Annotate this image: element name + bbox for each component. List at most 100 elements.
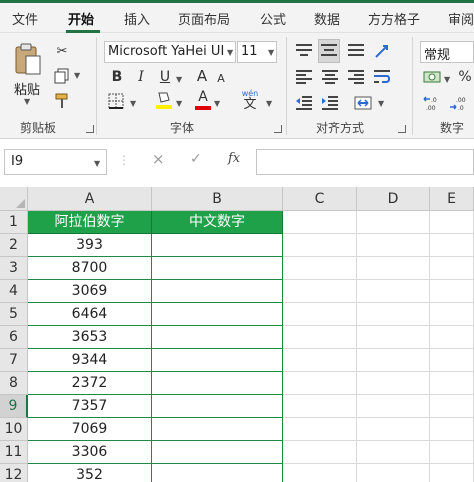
row-header-8[interactable]: 8 <box>0 372 28 395</box>
cell-a12[interactable]: 352 <box>28 464 152 482</box>
cell-c2[interactable] <box>283 234 357 257</box>
cell-d2[interactable] <box>357 234 430 257</box>
cell-d12[interactable] <box>357 464 430 482</box>
increase-indent-icon[interactable] <box>320 93 340 113</box>
cell-a7[interactable]: 9344 <box>28 349 152 372</box>
cell-b1[interactable]: 中文数字 <box>152 211 283 234</box>
cell-d6[interactable] <box>357 326 430 349</box>
cell-c1[interactable] <box>283 211 357 234</box>
align-top-icon[interactable] <box>294 41 314 61</box>
cell-a8[interactable]: 2372 <box>28 372 152 395</box>
column-header-d[interactable]: D <box>357 187 430 211</box>
phonetic-dropdown-icon[interactable]: ▼ <box>266 99 272 108</box>
tab-page-layout[interactable]: 页面布局 <box>178 9 230 28</box>
cell-b3[interactable] <box>152 257 283 280</box>
cell-e5[interactable] <box>430 303 474 326</box>
grow-font-button[interactable]: A <box>194 66 210 86</box>
phonetic-button[interactable]: wén 文 <box>238 89 262 113</box>
cell-e11[interactable] <box>430 441 474 464</box>
merge-center-icon[interactable] <box>352 93 374 113</box>
cut-icon[interactable]: ✂ <box>52 41 72 61</box>
align-right-icon[interactable] <box>346 67 366 87</box>
cell-b11[interactable] <box>152 441 283 464</box>
font-color-button[interactable]: A <box>194 89 212 111</box>
cell-d10[interactable] <box>357 418 430 441</box>
cell-a2[interactable]: 393 <box>28 234 152 257</box>
cell-d3[interactable] <box>357 257 430 280</box>
name-box[interactable]: I9 <box>4 149 107 175</box>
increase-decimal-icon[interactable]: .0.00 <box>422 93 444 113</box>
cell-e7[interactable] <box>430 349 474 372</box>
cell-e9[interactable] <box>430 395 474 418</box>
cell-e3[interactable] <box>430 257 474 280</box>
font-name-dropdown-icon[interactable]: ▼ <box>227 48 233 57</box>
cell-a5[interactable]: 6464 <box>28 303 152 326</box>
row-header-7[interactable]: 7 <box>0 349 28 372</box>
cell-b7[interactable] <box>152 349 283 372</box>
cell-a3[interactable]: 8700 <box>28 257 152 280</box>
underline-button[interactable]: U <box>156 67 174 87</box>
cell-c5[interactable] <box>283 303 357 326</box>
align-bottom-icon[interactable] <box>346 41 366 61</box>
row-header-9[interactable]: 9 <box>0 395 28 418</box>
cell-a9[interactable]: 7357 <box>28 395 152 418</box>
percent-style-button[interactable]: % <box>456 67 474 87</box>
align-center-icon[interactable] <box>320 67 340 87</box>
row-header-5[interactable]: 5 <box>0 303 28 326</box>
tab-file[interactable]: 文件 <box>12 9 38 28</box>
align-left-icon[interactable] <box>294 67 314 87</box>
fill-color-icon[interactable] <box>154 89 174 111</box>
alignment-launcher-icon[interactable] <box>398 125 406 133</box>
number-format-select[interactable]: 常规 <box>420 41 474 63</box>
cell-e6[interactable] <box>430 326 474 349</box>
cell-a11[interactable]: 3306 <box>28 441 152 464</box>
paste-dropdown-icon[interactable]: ▼ <box>24 97 30 106</box>
tab-formulas[interactable]: 公式 <box>260 9 286 28</box>
cell-b9[interactable] <box>152 395 283 418</box>
cell-d4[interactable] <box>357 280 430 303</box>
cell-b10[interactable] <box>152 418 283 441</box>
column-header-a[interactable]: A <box>28 187 152 211</box>
bold-button[interactable]: B <box>108 67 126 87</box>
column-header-e[interactable]: E <box>430 187 474 211</box>
borders-icon[interactable] <box>106 91 126 111</box>
cell-b2[interactable] <box>152 234 283 257</box>
cell-e1[interactable] <box>430 211 474 234</box>
shrink-font-button[interactable]: A <box>214 69 228 87</box>
tab-data[interactable]: 数据 <box>314 9 340 28</box>
row-header-10[interactable]: 10 <box>0 418 28 441</box>
currency-format-icon[interactable] <box>422 67 444 87</box>
font-name-select[interactable]: Microsoft YaHei UI <box>104 41 236 63</box>
font-size-dropdown-icon[interactable]: ▼ <box>268 48 274 57</box>
copy-dropdown-icon[interactable]: ▼ <box>74 71 80 80</box>
cell-c7[interactable] <box>283 349 357 372</box>
clipboard-launcher-icon[interactable] <box>86 125 94 133</box>
cell-c10[interactable] <box>283 418 357 441</box>
tab-review[interactable]: 审阅 <box>448 9 474 28</box>
cell-d11[interactable] <box>357 441 430 464</box>
cell-e12[interactable] <box>430 464 474 482</box>
row-header-2[interactable]: 2 <box>0 234 28 257</box>
column-header-b[interactable]: B <box>152 187 283 211</box>
enter-icon[interactable]: ✓ <box>190 151 202 167</box>
cell-e4[interactable] <box>430 280 474 303</box>
row-header-12[interactable]: 12 <box>0 464 28 482</box>
merge-dropdown-icon[interactable]: ▼ <box>378 99 384 108</box>
decrease-decimal-icon[interactable]: .00.0 <box>448 93 470 113</box>
cell-d1[interactable] <box>357 211 430 234</box>
row-header-6[interactable]: 6 <box>0 326 28 349</box>
cell-c11[interactable] <box>283 441 357 464</box>
cell-a4[interactable]: 3069 <box>28 280 152 303</box>
font-color-dropdown-icon[interactable]: ▼ <box>214 99 220 108</box>
row-header-4[interactable]: 4 <box>0 280 28 303</box>
format-painter-icon[interactable] <box>52 91 72 111</box>
cell-b5[interactable] <box>152 303 283 326</box>
align-middle-icon[interactable] <box>319 41 339 61</box>
cell-d5[interactable] <box>357 303 430 326</box>
cell-d9[interactable] <box>357 395 430 418</box>
row-header-3[interactable]: 3 <box>0 257 28 280</box>
cell-e8[interactable] <box>430 372 474 395</box>
name-box-dropdown-icon[interactable]: ▼ <box>94 159 100 168</box>
cancel-icon[interactable]: × <box>152 150 165 168</box>
borders-dropdown-icon[interactable]: ▼ <box>130 99 136 108</box>
